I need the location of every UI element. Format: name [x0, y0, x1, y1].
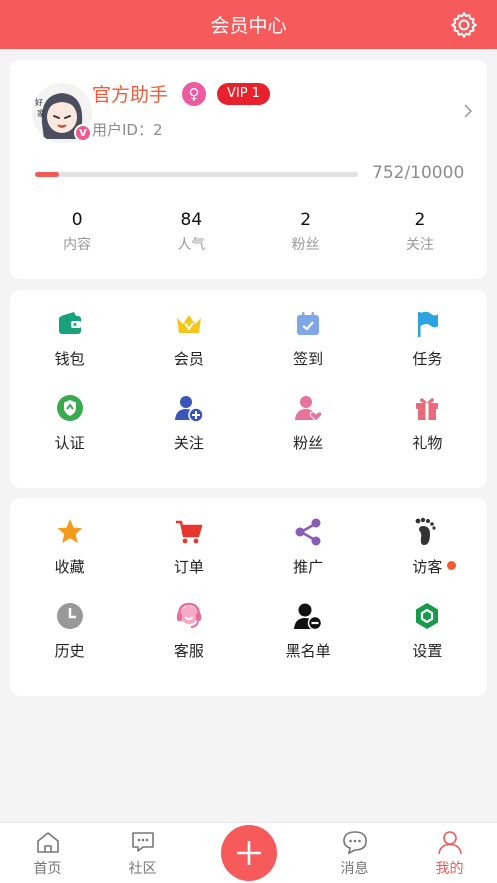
nav-label: 我的	[435, 861, 464, 877]
menu-label: 礼物	[412, 434, 443, 452]
stats-row: 0 内容 84 人气 2 粉丝 2 关注	[20, 210, 477, 254]
star-icon	[57, 519, 83, 543]
profile-icon	[437, 831, 462, 855]
menu-label: 访客	[412, 556, 457, 577]
gift-icon	[416, 398, 439, 420]
nav-profile[interactable]: 我的	[402, 823, 497, 883]
stat-value: 84	[180, 210, 203, 230]
menu-visitors[interactable]: 访客	[368, 516, 487, 600]
menu-fans[interactable]: 粉丝	[249, 392, 368, 476]
message-icon	[342, 831, 367, 855]
bottom-navigation: 首页 社区 消息 我的	[0, 822, 497, 883]
nav-messages[interactable]: 消息	[307, 823, 402, 883]
female-icon: ♀	[182, 82, 206, 106]
stat-label: 关注	[405, 237, 434, 253]
top-bar: 会员中心	[0, 0, 497, 49]
community-icon	[131, 832, 154, 852]
menu-label: 签到	[293, 350, 324, 368]
page-title: 会员中心	[210, 15, 287, 37]
level-progress-text: 752/10000	[372, 163, 465, 183]
stat-fans[interactable]: 2 粉丝	[249, 210, 363, 254]
cart-icon	[175, 520, 203, 544]
svg-text:好: 好	[35, 97, 43, 107]
nav-label: 首页	[33, 861, 62, 877]
menu-follow[interactable]: 关注	[129, 392, 248, 476]
stat-following[interactable]: 2 关注	[363, 210, 477, 254]
create-post-button[interactable]	[220, 825, 277, 881]
stat-value: 0	[71, 210, 83, 230]
chevron-right-icon[interactable]	[463, 104, 473, 118]
footprint-icon	[415, 517, 436, 545]
account-menu-card: 钱包 会员 签到 任务 认证 关注 粉丝 礼物	[10, 290, 487, 488]
stat-label: 粉丝	[291, 237, 320, 253]
menu-promote[interactable]: 推广	[249, 516, 368, 600]
avatar-verified-badge: V	[74, 124, 92, 142]
menu-label: 设置	[412, 642, 443, 660]
menu-label: 历史	[54, 642, 85, 660]
crown-icon	[176, 315, 201, 333]
service-menu-card: 收藏 订单 推广 访客 历史 客服 黑名单 设置	[10, 498, 487, 696]
menu-label: 任务	[412, 350, 443, 368]
menu-blacklist[interactable]: 黑名单	[249, 600, 368, 684]
gear-icon[interactable]	[449, 10, 479, 40]
menu-label: 订单	[173, 558, 204, 576]
nav-create	[190, 823, 307, 883]
menu-settings[interactable]: 设置	[368, 600, 487, 684]
menu-verify[interactable]: 认证	[10, 392, 129, 476]
share-icon	[295, 518, 321, 546]
menu-label: 钱包	[54, 350, 85, 368]
stat-value: 2	[300, 210, 312, 230]
menu-label: 认证	[54, 434, 85, 452]
menu-customer-service[interactable]: 客服	[129, 600, 248, 684]
menu-label: 收藏	[54, 558, 85, 576]
wallet-icon	[58, 312, 81, 334]
menu-label-text: 访客	[412, 558, 443, 576]
menu-label: 客服	[173, 642, 204, 660]
calendar-icon	[297, 312, 320, 335]
user-id: 用户ID：2	[92, 121, 163, 139]
stat-content[interactable]: 0 内容	[20, 210, 134, 254]
home-icon	[36, 832, 59, 853]
fans-icon	[295, 396, 323, 422]
menu-label: 推广	[293, 558, 324, 576]
clock-icon	[56, 603, 83, 629]
menu-history[interactable]: 历史	[10, 600, 129, 684]
profile-card[interactable]: 好 家 V 官方助手 ♀ VIP 1 用户ID：2 752/10000 0 内容…	[10, 60, 487, 279]
level-progress-fill	[35, 172, 60, 177]
menu-gifts[interactable]: 礼物	[368, 392, 487, 476]
menu-checkin[interactable]: 签到	[249, 308, 368, 392]
menu-orders[interactable]: 订单	[129, 516, 248, 600]
plus-icon	[236, 841, 261, 865]
flag-icon	[418, 311, 439, 337]
vip-badge: VIP 1	[217, 83, 270, 105]
settings-hex-icon	[416, 603, 439, 629]
stat-label: 人气	[177, 237, 206, 253]
level-progress-bar	[35, 172, 358, 177]
menu-member[interactable]: 会员	[129, 308, 248, 392]
block-user-icon	[294, 603, 323, 631]
menu-wallet[interactable]: 钱包	[10, 308, 129, 392]
nav-label: 社区	[128, 861, 157, 877]
menu-label: 黑名单	[285, 642, 331, 660]
username: 官方助手	[92, 84, 169, 106]
menu-label: 会员	[173, 350, 204, 368]
shield-icon	[56, 395, 83, 421]
svg-text:家: 家	[37, 108, 45, 118]
notification-dot	[447, 561, 457, 570]
stat-popularity[interactable]: 84 人气	[134, 210, 248, 254]
stat-label: 内容	[63, 237, 92, 253]
menu-tasks[interactable]: 任务	[368, 308, 487, 392]
headset-icon	[176, 602, 201, 628]
nav-community[interactable]: 社区	[95, 823, 190, 883]
menu-label: 粉丝	[293, 434, 324, 452]
add-user-icon	[174, 396, 204, 423]
nav-label: 消息	[340, 861, 369, 877]
menu-label: 关注	[173, 434, 204, 452]
stat-value: 2	[414, 210, 426, 230]
menu-favorites[interactable]: 收藏	[10, 516, 129, 600]
nav-home[interactable]: 首页	[0, 823, 95, 883]
